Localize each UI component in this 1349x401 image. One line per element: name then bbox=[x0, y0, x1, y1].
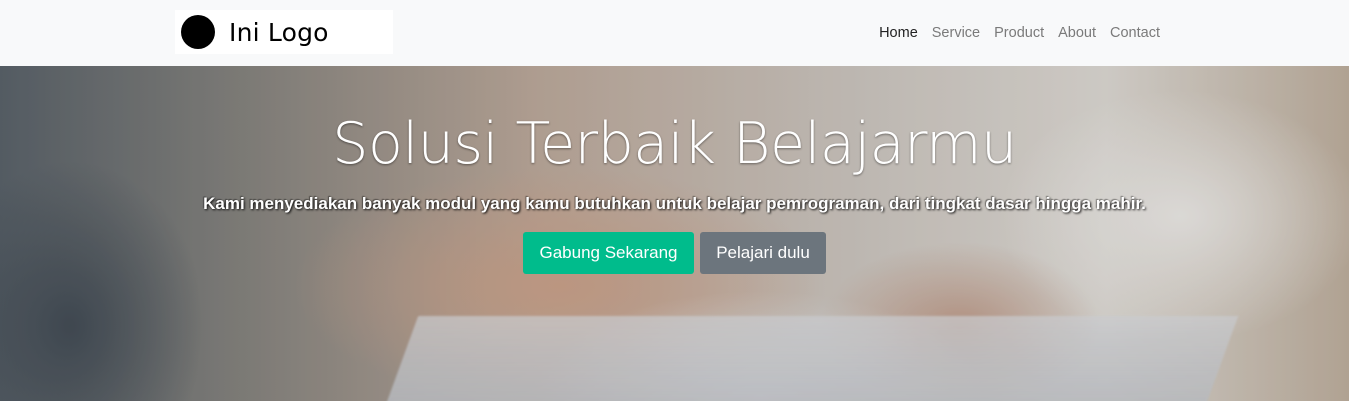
nav-link-service[interactable]: Service bbox=[925, 22, 987, 44]
learn-first-button[interactable]: Pelajari dulu bbox=[700, 232, 826, 274]
hero-section: Solusi Terbaik Belajarmu Kami menyediaka… bbox=[0, 66, 1349, 401]
logo-text: Ini Logo bbox=[229, 17, 329, 47]
join-now-button[interactable]: Gabung Sekarang bbox=[523, 232, 694, 274]
nav-link-product[interactable]: Product bbox=[987, 22, 1051, 44]
nav-menu: Home Service Product About Contact bbox=[872, 22, 1167, 44]
logo-circle-icon bbox=[181, 15, 215, 49]
brand-logo[interactable]: Ini Logo bbox=[175, 10, 393, 54]
nav-link-home[interactable]: Home bbox=[872, 22, 925, 44]
nav-link-about[interactable]: About bbox=[1051, 22, 1103, 44]
navbar: Ini Logo Home Service Product About Cont… bbox=[0, 0, 1349, 66]
hero-title: Solusi Terbaik Belajarmu bbox=[332, 111, 1017, 177]
nav-link-contact[interactable]: Contact bbox=[1103, 22, 1167, 44]
hero-subtitle: Kami menyediakan banyak modul yang kamu … bbox=[203, 194, 1146, 213]
hero-buttons: Gabung Sekarang Pelajari dulu bbox=[523, 232, 826, 274]
